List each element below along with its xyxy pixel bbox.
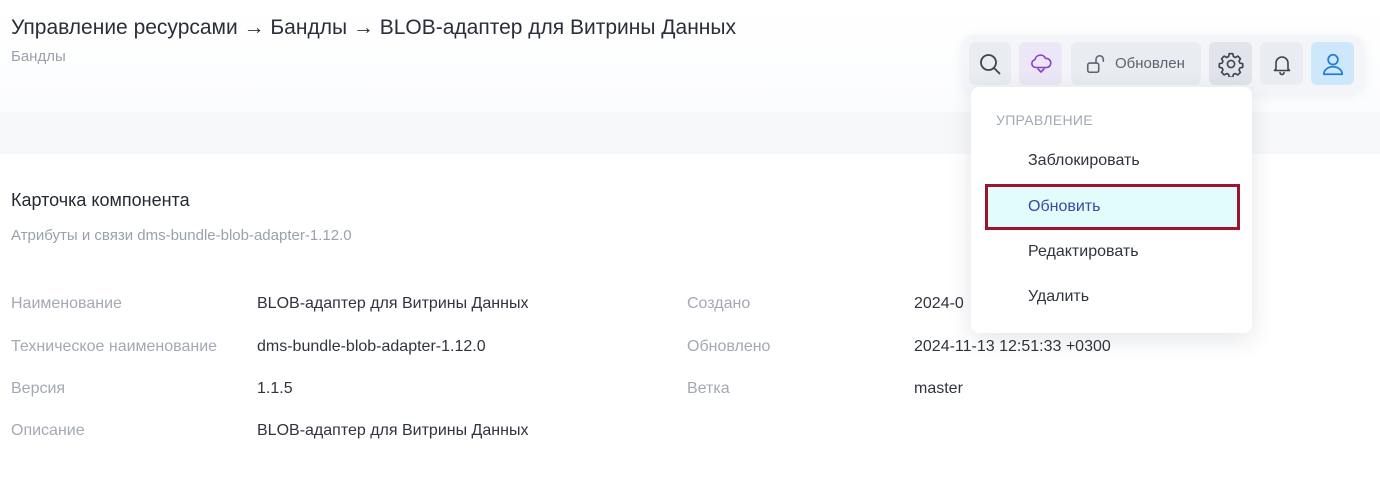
menu-item-update[interactable]: Обновить [1028,198,1100,216]
card-title: Карточка компонента [11,190,190,210]
attr-label-version: Версия [11,380,66,397]
user-button[interactable] [1311,42,1354,85]
card-subtitle: Атрибуты и связи dms-bundle-blob-adapter… [11,227,352,244]
menu-item-update-highlight[interactable]: Обновить [985,184,1240,230]
user-icon [1320,51,1346,77]
attr-value-description: BLOB-адаптер для Витрины Данных [257,422,529,439]
status-label: Обновлен [1115,55,1185,72]
page-subtitle: Бандлы [11,48,66,65]
attr-value-branch: master [914,380,963,397]
status-button[interactable]: Обновлен [1071,42,1201,85]
menu-item-delete[interactable]: Удалить [1028,288,1089,306]
attr-label-updated: Обновлено [687,338,771,355]
gear-icon [1217,51,1244,77]
attr-value-created: 2024-0 [914,295,964,312]
attr-label-description: Описание [11,422,85,439]
cloud-download-icon [1029,52,1053,76]
attr-label-created: Создано [687,295,751,312]
attr-label-tech-name: Техническое наименование [11,338,218,355]
settings-button[interactable] [1209,42,1252,85]
attr-value-tech-name: dms-bundle-blob-adapter-1.12.0 [257,338,486,355]
attr-label-name: Наименование [11,295,122,312]
management-menu: УПРАВЛЕНИЕ Заблокировать Обновить Редакт… [971,87,1252,333]
attr-value-name: BLOB-адаптер для Витрины Данных [257,295,529,312]
unlock-icon [1085,53,1107,75]
cloud-download-button[interactable] [1019,42,1062,85]
search-button[interactable] [969,42,1011,85]
attr-label-branch: Ветка [687,380,730,397]
attr-value-version: 1.1.5 [257,380,293,397]
bell-icon [1270,52,1294,76]
menu-item-lock[interactable]: Заблокировать [1028,152,1140,170]
toolbar: Обновлен [962,35,1364,93]
search-icon [978,52,1002,76]
menu-item-edit[interactable]: Редактировать [1028,243,1139,261]
breadcrumb: Управление ресурсами → Бандлы → BLOB-ада… [11,16,736,39]
menu-header: УПРАВЛЕНИЕ [996,112,1093,128]
notifications-button[interactable] [1260,42,1303,85]
attr-value-updated: 2024-11-13 12:51:33 +0300 [914,338,1111,355]
